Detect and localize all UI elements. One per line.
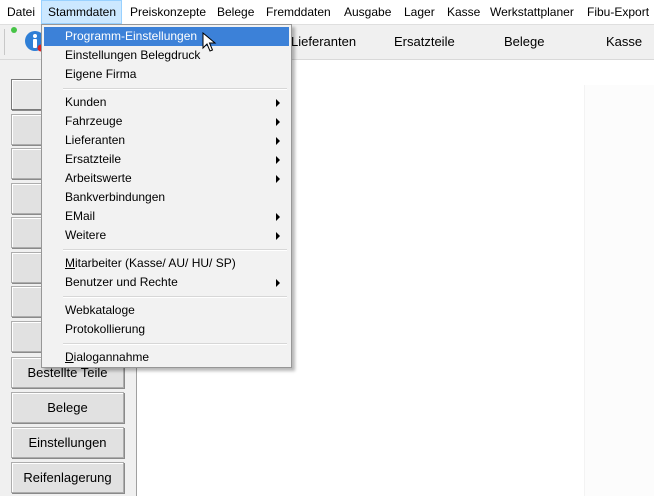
menu-item-lieferanten[interactable]: Lieferanten (44, 131, 289, 150)
menu-item-label: Ersatzteile (65, 152, 122, 166)
status-dot-icon (11, 27, 17, 33)
menu-item-mnemonic: M (65, 256, 75, 270)
menu-item-label: ialogannahme (73, 350, 150, 364)
toolbar-separator (4, 29, 5, 55)
menu-item-label: Arbeitswerte (65, 171, 132, 185)
menu-item-fahrzeuge[interactable]: Fahrzeuge (44, 112, 289, 131)
toolbar-belege[interactable]: Belege (504, 34, 544, 49)
menu-item-arbeitswerte[interactable]: Arbeitswerte (44, 169, 289, 188)
stammdaten-dropdown-menu: Programm-Einstellungen Einstellungen Bel… (41, 24, 292, 368)
menu-item-eigene-firma[interactable]: Eigene Firma (44, 65, 289, 84)
side-button-reifenlagerung[interactable]: Reifenlagerung (11, 462, 124, 493)
menu-datei[interactable]: Datei (1, 0, 41, 24)
menu-item-webkataloge[interactable]: Webkataloge (44, 301, 289, 320)
menu-item-ersatzteile[interactable]: Ersatzteile (44, 150, 289, 169)
submenu-arrow-icon (276, 137, 280, 145)
menu-separator (63, 296, 287, 298)
menu-separator (63, 88, 287, 90)
menu-item-protokollierung[interactable]: Protokollierung (44, 320, 289, 339)
menubar: Datei Stammdaten Preiskonzepte Belege Fr… (0, 0, 654, 25)
toolbar-kasse[interactable]: Kasse (606, 34, 642, 49)
menu-preiskonzepte[interactable]: Preiskonzepte (124, 0, 212, 24)
menu-item-label: Programm-Einstellungen (65, 29, 198, 43)
submenu-arrow-icon (276, 232, 280, 240)
menu-item-email[interactable]: EMail (44, 207, 289, 226)
workspace-panel (584, 85, 654, 496)
menu-item-mitarbeiter[interactable]: Mitarbeiter (Kasse/ AU/ HU/ SP) (44, 254, 289, 273)
menu-ausgabe[interactable]: Ausgabe (338, 0, 397, 24)
menu-item-bankverbindungen[interactable]: Bankverbindungen (44, 188, 289, 207)
menu-item-label: Weitere (65, 228, 107, 242)
toolbar-lieferanten[interactable]: Lieferanten (291, 34, 356, 49)
menu-item-label: Protokollierung (65, 322, 146, 336)
menu-fibu-export[interactable]: Fibu-Export (581, 0, 654, 24)
submenu-arrow-icon (276, 156, 280, 164)
submenu-arrow-icon (276, 99, 280, 107)
menu-separator (63, 343, 287, 345)
menu-item-label: Bankverbindungen (65, 190, 166, 204)
menu-item-label: Einstellungen Belegdruck (65, 48, 201, 62)
menu-item-label: Webkataloge (65, 303, 135, 317)
menu-separator (63, 249, 287, 251)
menu-item-weitere[interactable]: Weitere (44, 226, 289, 245)
menu-item-programm-einstellungen[interactable]: Programm-Einstellungen (44, 27, 289, 46)
side-button-einstellungen[interactable]: Einstellungen (11, 427, 124, 458)
menu-item-kunden[interactable]: Kunden (44, 93, 289, 112)
menu-lager[interactable]: Lager (398, 0, 441, 24)
menu-item-benutzer-und-rechte[interactable]: Benutzer und Rechte (44, 273, 289, 292)
side-button-belege[interactable]: Belege (11, 392, 124, 423)
menu-belege[interactable]: Belege (211, 0, 260, 24)
menu-kasse[interactable]: Kasse (441, 0, 486, 24)
menu-item-label: EMail (65, 209, 96, 223)
menu-item-einstellungen-belegdruck[interactable]: Einstellungen Belegdruck (44, 46, 289, 65)
submenu-arrow-icon (276, 279, 280, 287)
menu-werkstattplaner[interactable]: Werkstattplaner (484, 0, 580, 24)
menu-stammdaten[interactable]: Stammdaten (41, 0, 122, 24)
menu-fremddaten[interactable]: Fremddaten (260, 0, 337, 24)
menu-item-label: Benutzer und Rechte (65, 275, 178, 289)
menu-item-label: Kunden (65, 95, 107, 109)
menu-item-mnemonic: D (65, 350, 74, 364)
menu-item-label: itarbeiter (Kasse/ AU/ HU/ SP) (75, 256, 236, 270)
menu-item-dialogannahme[interactable]: Dialogannahme (44, 348, 289, 367)
mouse-cursor-icon (202, 32, 217, 52)
submenu-arrow-icon (276, 213, 280, 221)
toolbar-ersatzteile[interactable]: Ersatzteile (394, 34, 455, 49)
menu-item-label: Lieferanten (65, 133, 126, 147)
menu-item-label: Eigene Firma (65, 67, 137, 81)
submenu-arrow-icon (276, 175, 280, 183)
submenu-arrow-icon (276, 118, 280, 126)
menu-item-label: Fahrzeuge (65, 114, 123, 128)
